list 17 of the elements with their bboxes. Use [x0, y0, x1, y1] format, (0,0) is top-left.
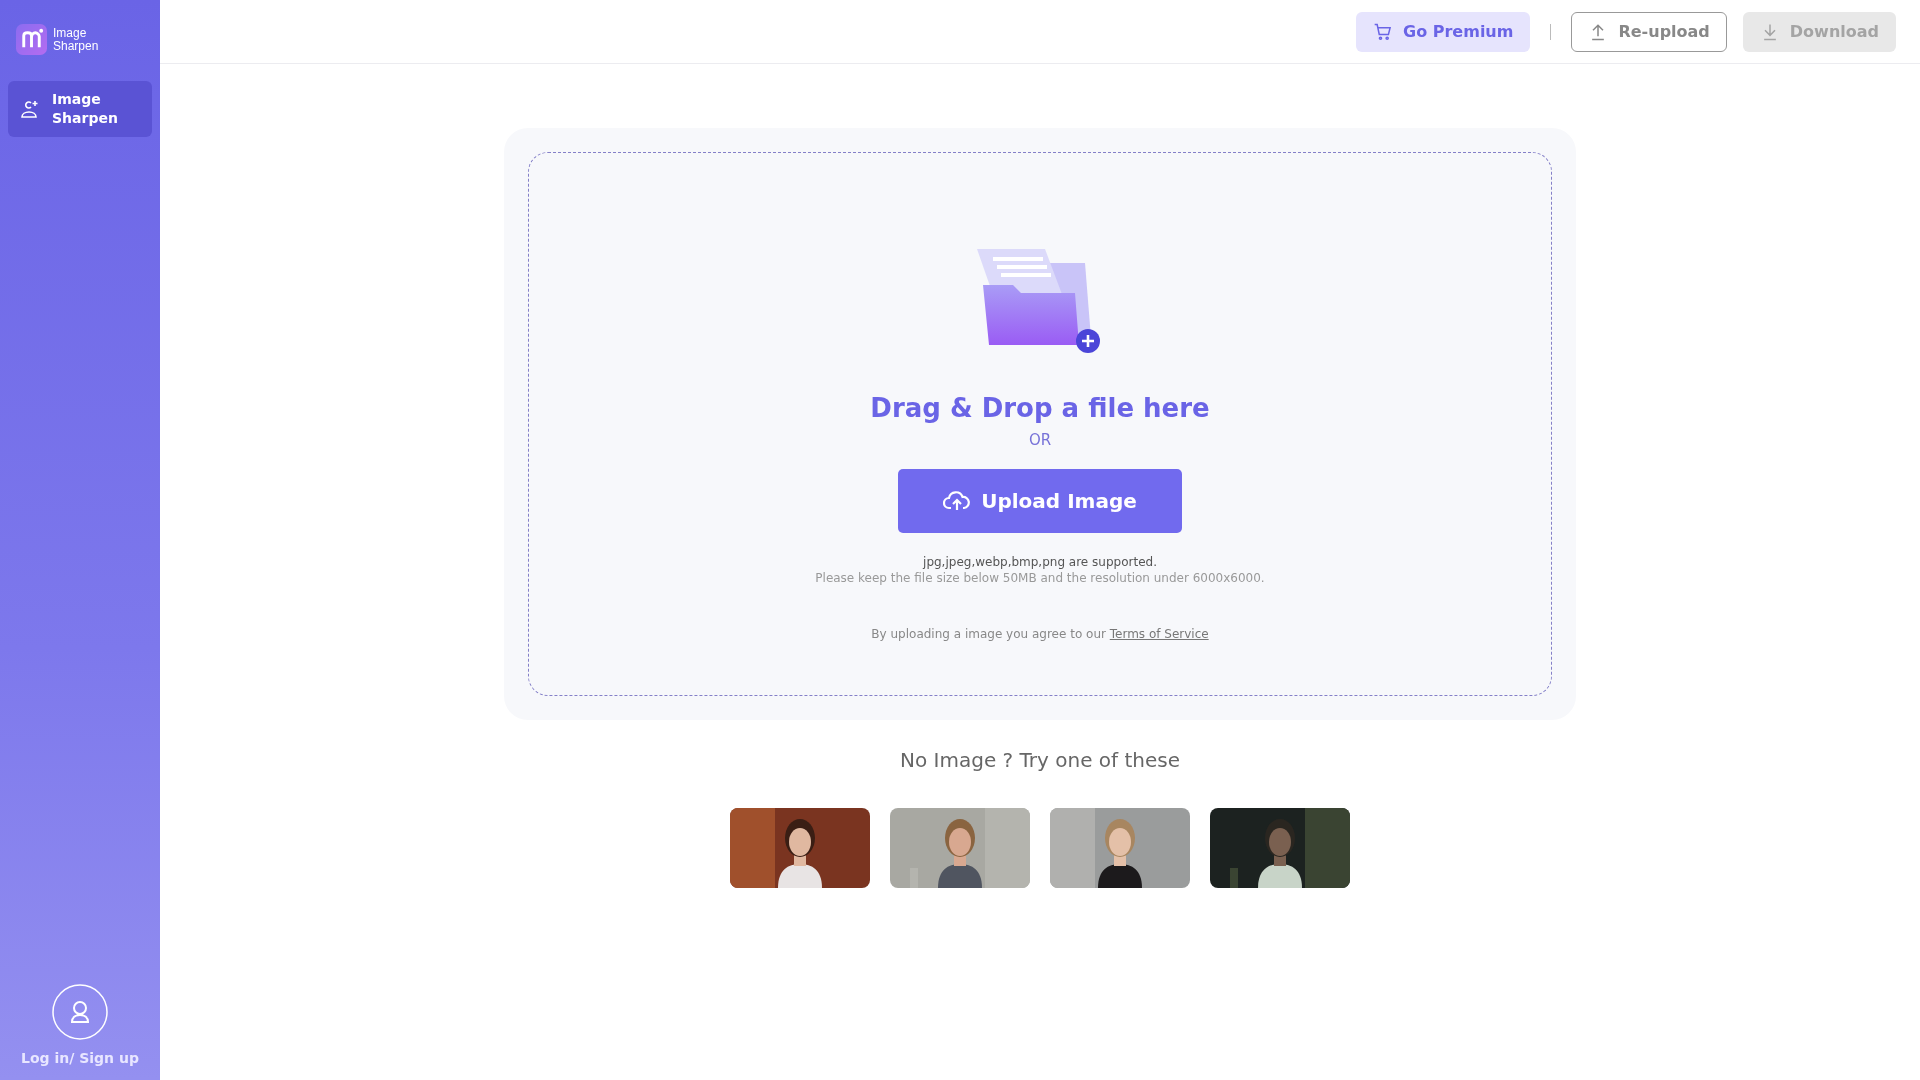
nav-item[interactable]: Image Sharpen	[8, 81, 152, 137]
logo-icon	[16, 24, 47, 55]
terms-note: By uploading a image you agree to our	[871, 627, 1106, 641]
formats-note: jpg,jpeg,webp,bmp,png are supported.	[923, 555, 1157, 569]
upload-button[interactable]: Upload Image	[898, 469, 1182, 533]
logo-text: Image Sharpen	[53, 26, 100, 53]
drop-title: Drag & Drop a file here	[870, 393, 1210, 423]
or-label: OR	[1028, 431, 1052, 449]
reupload-button[interactable]: Re-upload	[1571, 11, 1727, 52]
cloud-upload-icon	[943, 489, 972, 513]
login-link[interactable]: Log in/ Sign up	[21, 1050, 139, 1066]
premium-button[interactable]: Go Premium	[1356, 11, 1531, 52]
limits-note: Please keep the file size below 50MB and the resolution under 6000x6000.	[815, 571, 1265, 585]
cart-icon	[1373, 21, 1394, 42]
samples-title: No Image ? Try one of these	[900, 748, 1180, 772]
terms-link[interactable]: Terms of Service	[1109, 627, 1209, 641]
user-avatar-icon[interactable]	[52, 984, 108, 1040]
